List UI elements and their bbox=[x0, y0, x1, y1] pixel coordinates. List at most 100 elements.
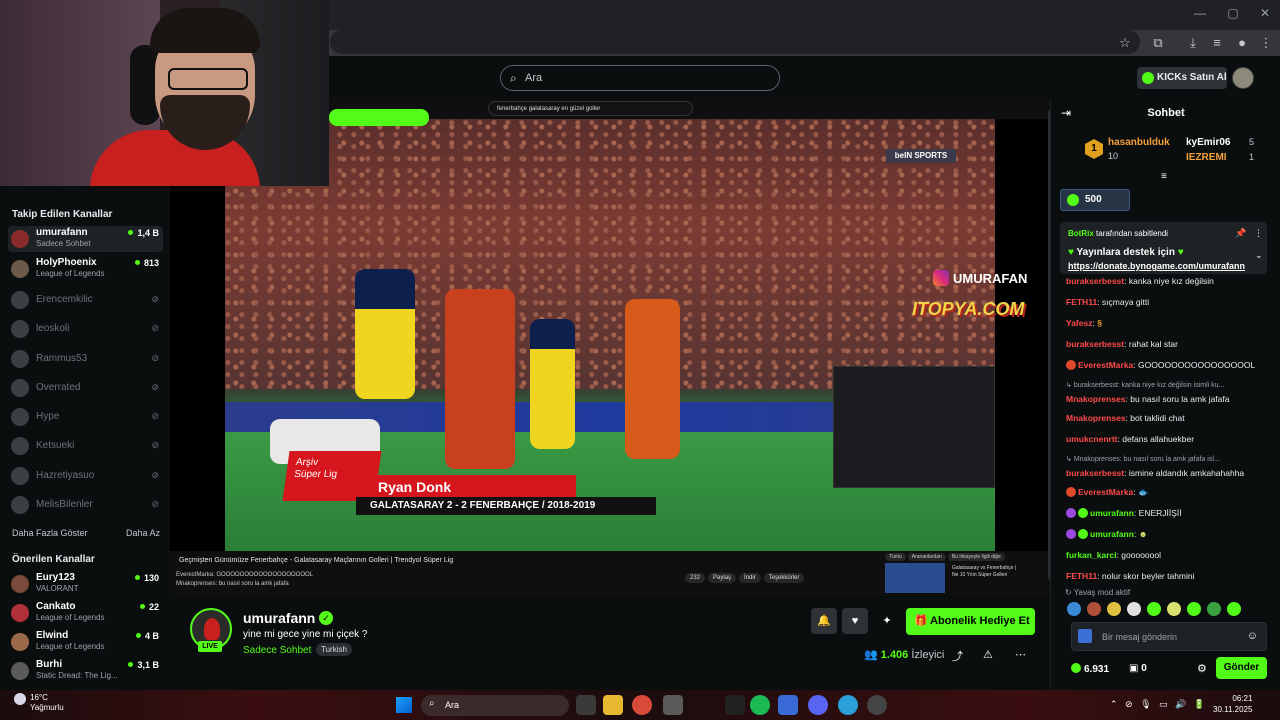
taskbar-search[interactable]: ⌕ Ara bbox=[421, 695, 569, 716]
sidebar-channel-offline[interactable]: Hazretiyasuo ⊘ bbox=[8, 463, 163, 489]
system-tray[interactable]: ⌃ ⊘ 🎙 ▭ 🔊 🔋 bbox=[1110, 699, 1205, 710]
reply-preview: ↳ burakserbesst: kanka niye kız değilsin… bbox=[1066, 382, 1225, 389]
donate-link[interactable]: https://donate.bynogame.com/umurafann bbox=[1068, 261, 1256, 271]
start-icon[interactable] bbox=[396, 697, 412, 713]
streamer-name[interactable]: umurafann bbox=[243, 610, 315, 626]
app-icon[interactable] bbox=[663, 695, 683, 715]
bookmark-star-icon[interactable]: ☆ bbox=[1115, 34, 1135, 52]
sidebar-channel-offline[interactable]: Erencemkilic ⊘ bbox=[8, 287, 163, 313]
task-view-icon[interactable] bbox=[576, 695, 596, 715]
clock-icon: ↻ bbox=[1065, 588, 1074, 597]
sidebar-channel-elwind[interactable]: Elwind League of Legends 4 B bbox=[8, 629, 163, 655]
more-options-icon[interactable]: ⋮ bbox=[1254, 228, 1263, 239]
file-explorer-icon[interactable] bbox=[603, 695, 623, 715]
emote-icon[interactable] bbox=[1227, 602, 1241, 616]
pinned-message[interactable]: BotRix tarafından sabitlendi 📌 ⋮ ♥ Yayın… bbox=[1060, 222, 1267, 274]
extensions-icon[interactable]: ⧉ bbox=[1148, 34, 1168, 52]
report-icon[interactable]: ⚠ bbox=[983, 648, 993, 661]
chat-message: FETH11: sıçmaya gitti bbox=[1066, 297, 1150, 307]
address-bar[interactable] bbox=[330, 30, 1140, 54]
media-icon[interactable]: ≡ bbox=[1207, 34, 1227, 52]
kicks-goal-badge[interactable]: 500 bbox=[1060, 189, 1130, 211]
minimize-icon[interactable]: — bbox=[1185, 6, 1215, 20]
stream-progress-bar bbox=[329, 109, 429, 126]
chevron-down-icon[interactable]: ⌄ bbox=[1255, 250, 1263, 261]
lower-third-caption: Arşiv Süper Lig Ryan Donk GALATASARAY 2 -… bbox=[282, 451, 676, 521]
browser-icon[interactable] bbox=[838, 695, 858, 715]
send-button[interactable]: Gönder bbox=[1216, 657, 1267, 679]
emoji-icon[interactable]: ☺ bbox=[1247, 630, 1258, 642]
badge-icon bbox=[1066, 487, 1076, 497]
cloud-icon bbox=[14, 693, 26, 705]
verified-badge-icon bbox=[1078, 508, 1088, 518]
close-icon[interactable]: ✕ bbox=[1250, 6, 1280, 20]
sidebar-channel-offline[interactable]: Ketsueki ⊘ bbox=[8, 433, 163, 459]
sidebar-channel-offline[interactable]: leoskoli ⊘ bbox=[8, 316, 163, 342]
obs-icon[interactable] bbox=[867, 695, 887, 715]
match-score: GALATASARAY 2 - 2 FENERBAHÇE / 2018-2019 bbox=[356, 497, 656, 515]
follow-heart-button[interactable]: ♥ bbox=[842, 608, 868, 634]
emote-icon[interactable] bbox=[1187, 602, 1201, 616]
sidebar-channel-cankato[interactable]: Cankato League of Legends 22 bbox=[8, 600, 163, 626]
pin-icon[interactable]: 📌 bbox=[1235, 228, 1246, 239]
search-icon: ⌕ bbox=[429, 698, 435, 709]
emote-icon: 🐟 bbox=[1138, 487, 1149, 497]
sidebar-channel-offline[interactable]: Rammus53 ⊘ bbox=[8, 346, 163, 372]
show-more-link[interactable]: Daha Fazla Göster bbox=[12, 528, 88, 538]
language-tag[interactable]: Turkish bbox=[316, 643, 352, 656]
instagram-icon bbox=[933, 270, 949, 286]
discord-icon[interactable] bbox=[808, 695, 828, 715]
profile-icon[interactable]: ● bbox=[1232, 34, 1252, 52]
notification-bell-button[interactable]: 🔔 bbox=[811, 608, 837, 634]
sponsor-logo: ITOPYA.COM bbox=[912, 299, 1025, 319]
sidebar-channel-eury123[interactable]: Eury123 VALORANT 130 bbox=[8, 571, 163, 597]
gear-icon[interactable]: ⚙ bbox=[1197, 662, 1207, 675]
app-icon[interactable] bbox=[778, 695, 798, 715]
emote-icon[interactable] bbox=[1127, 602, 1141, 616]
leaderboard-user[interactable]: kyEmir06 bbox=[1186, 137, 1230, 148]
chat-message-input[interactable]: Bir mesaj gönderin ☺ bbox=[1071, 622, 1267, 651]
spotify-icon[interactable] bbox=[750, 695, 770, 715]
emote-icon[interactable] bbox=[1067, 602, 1081, 616]
instagram-handle: UMURAFAN bbox=[933, 270, 1027, 286]
maximize-icon[interactable]: ▢ bbox=[1218, 6, 1248, 20]
sidebar-channel-umurafann[interactable]: umurafann Sadece Sohbet 1,4 B bbox=[8, 226, 163, 252]
sidebar-channel-offline[interactable]: MelisBilenler ⊘ bbox=[8, 492, 163, 518]
avatar bbox=[11, 633, 29, 651]
expand-leaderboard-icon[interactable]: ≡ bbox=[1161, 171, 1167, 182]
emote-icon[interactable] bbox=[1207, 602, 1221, 616]
chrome-icon[interactable] bbox=[632, 695, 652, 715]
clock[interactable]: 06:21 30.11.2025 bbox=[1213, 693, 1252, 715]
weather-widget[interactable]: 16°C Yağmurlu bbox=[14, 693, 64, 713]
box-icon: ▣ bbox=[1129, 663, 1142, 674]
chat-message: Mnakoprenses: bot taklidi chat bbox=[1066, 413, 1185, 423]
stream-category[interactable]: Sadece Sohbet bbox=[243, 645, 311, 656]
user-avatar[interactable] bbox=[1232, 67, 1254, 89]
chat-message: burakserbesst: ismine aldandık amkahahah… bbox=[1066, 468, 1245, 478]
emote-icon[interactable] bbox=[1087, 602, 1101, 616]
sidebar-channel-holyphoenix[interactable]: HolyPhoenix League of Legends 813 bbox=[8, 256, 163, 282]
kick-emote-icon[interactable] bbox=[1078, 629, 1092, 643]
gift-subscription-button[interactable]: 🎁 Abonelik Hediye Et bbox=[906, 608, 1035, 635]
buy-kicks-button[interactable]: KICKs Satın Al bbox=[1137, 67, 1227, 89]
kicks-balance[interactable]: 6.931 bbox=[1071, 663, 1109, 675]
emote-icon[interactable] bbox=[1147, 602, 1161, 616]
share-icon[interactable]: ⤴ bbox=[952, 648, 963, 664]
show-less-link[interactable]: Daha Az bbox=[126, 528, 160, 538]
more-user-icon[interactable]: ⋯ bbox=[1015, 648, 1026, 661]
leaderboard-user[interactable]: IEZREMI bbox=[1186, 152, 1227, 163]
points-balance[interactable]: ▣ 0 bbox=[1129, 663, 1147, 674]
app-icon[interactable] bbox=[725, 695, 745, 715]
leaderboard-user[interactable]: hasanbulduk bbox=[1108, 137, 1170, 148]
download-icon[interactable]: ⤓ bbox=[1183, 34, 1203, 52]
sparkle-icon[interactable]: ✦ bbox=[874, 608, 900, 634]
sidebar-channel-burhi[interactable]: Burhi Static Dread: The Lig... 3,1 B bbox=[8, 658, 163, 684]
chat-message: burakserbesst: rahat kal star bbox=[1066, 339, 1178, 349]
sidebar-channel-offline[interactable]: Hype ⊘ bbox=[8, 404, 163, 430]
search-input[interactable]: ⌕ Ara bbox=[500, 65, 780, 91]
emote-icon[interactable] bbox=[1167, 602, 1181, 616]
avatar bbox=[11, 575, 29, 593]
sidebar-channel-offline[interactable]: Overrated ⊘ bbox=[8, 375, 163, 401]
browser-menu-icon[interactable]: ⋮ bbox=[1256, 34, 1276, 52]
emote-icon[interactable] bbox=[1107, 602, 1121, 616]
